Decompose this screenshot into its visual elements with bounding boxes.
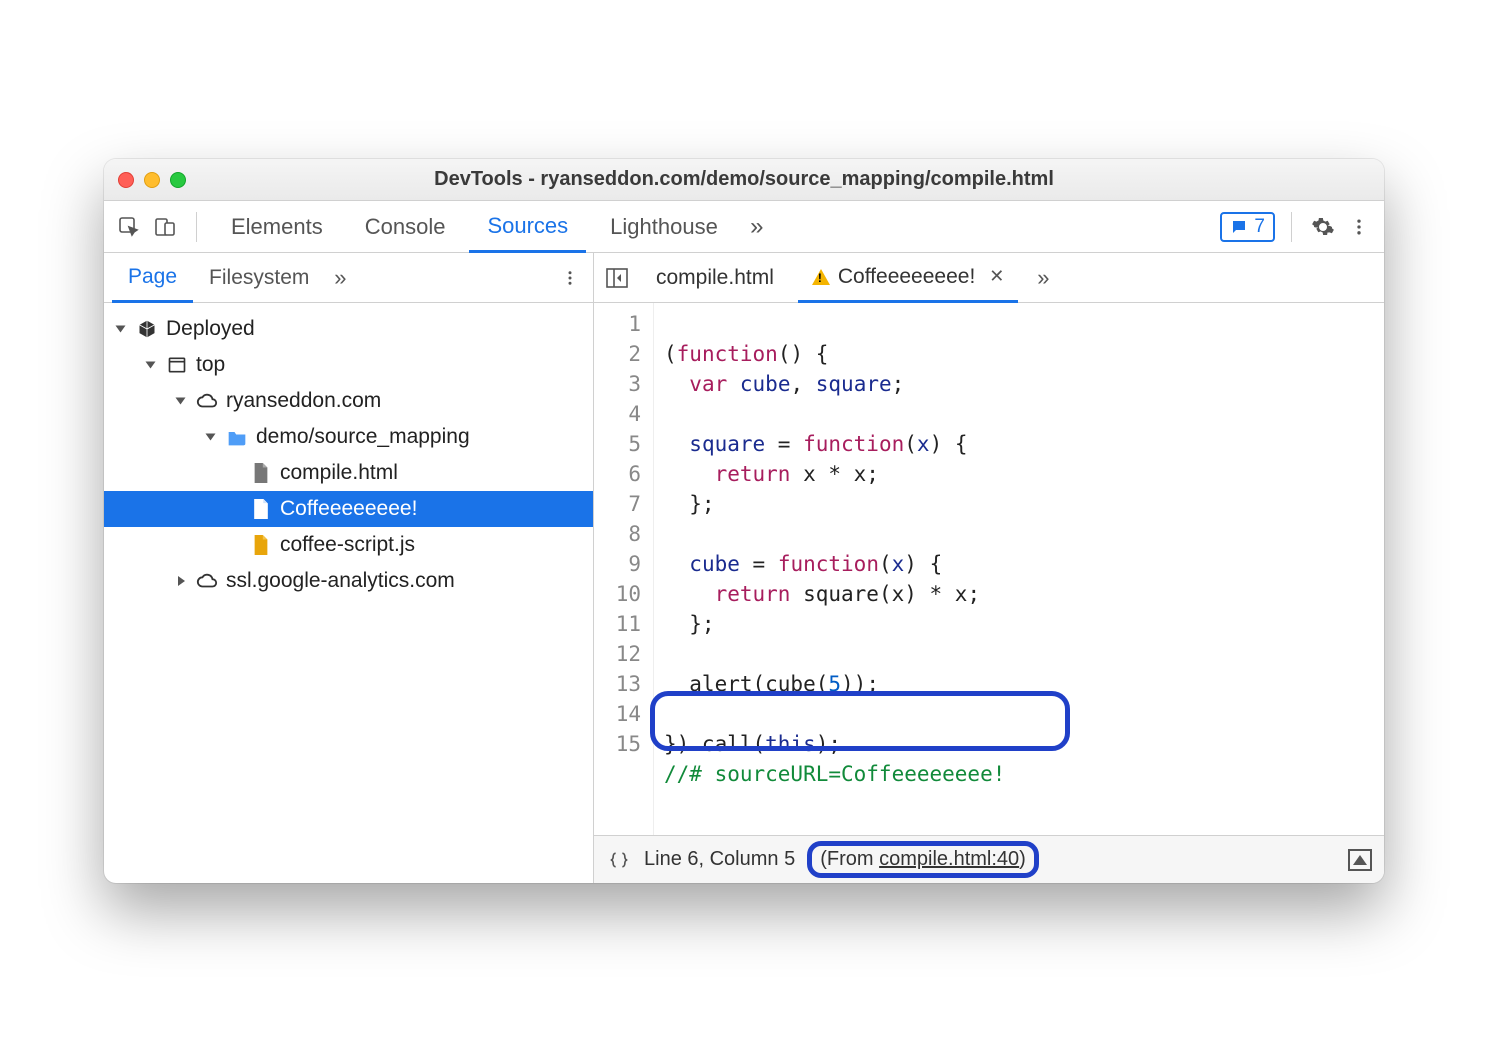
- file-js-icon: [250, 534, 272, 556]
- navigator-tabs: Page Filesystem »: [104, 253, 593, 303]
- panel-body: Page Filesystem » Deployed top: [104, 253, 1384, 883]
- code-editor[interactable]: 123456789101112131415 (function() { var …: [594, 303, 1384, 835]
- tree-file-compile[interactable]: compile.html: [104, 455, 593, 491]
- close-window-button[interactable]: [118, 172, 134, 188]
- tree-ga[interactable]: ssl.google-analytics.com: [104, 563, 593, 599]
- tree-top[interactable]: top: [104, 347, 593, 383]
- cloud-icon: [196, 390, 218, 412]
- issues-count: 7: [1254, 216, 1265, 238]
- minimize-window-button[interactable]: [144, 172, 160, 188]
- cloud-icon: [196, 570, 218, 592]
- pretty-print-icon[interactable]: [606, 847, 632, 873]
- tab-lighthouse[interactable]: Lighthouse: [592, 201, 736, 253]
- navigator-panel: Page Filesystem » Deployed top: [104, 253, 594, 883]
- frame-icon: [166, 354, 188, 376]
- tree-label: coffee-script.js: [280, 533, 415, 557]
- tree-file-script[interactable]: coffee-script.js: [104, 527, 593, 563]
- editor-footer: Line 6, Column 5 (From compile.html:40): [594, 835, 1384, 883]
- cursor-position: Line 6, Column 5: [644, 848, 795, 871]
- tree-label: Coffeeeeeeee!: [280, 497, 417, 521]
- tree-label: demo/source_mapping: [256, 425, 470, 449]
- kebab-menu-icon[interactable]: [1344, 212, 1374, 242]
- file-tabs: compile.html Coffeeeeeeee! ✕ »: [594, 253, 1384, 303]
- issues-badge[interactable]: 7: [1220, 212, 1275, 242]
- file-icon: [250, 462, 272, 484]
- code-body[interactable]: (function() { var cube, square; square =…: [654, 303, 1384, 835]
- more-filetabs-icon[interactable]: »: [1028, 263, 1058, 293]
- more-tabs-icon[interactable]: »: [742, 212, 772, 242]
- from-suffix: ): [1019, 848, 1026, 870]
- tree-label: compile.html: [280, 461, 398, 485]
- close-tab-icon[interactable]: ✕: [989, 266, 1004, 287]
- tab-console[interactable]: Console: [347, 201, 464, 253]
- tree-folder[interactable]: demo/source_mapping: [104, 419, 593, 455]
- titlebar: DevTools - ryanseddon.com/demo/source_ma…: [104, 159, 1384, 201]
- device-toggle-icon[interactable]: [150, 212, 180, 242]
- line-gutter: 123456789101112131415: [594, 303, 654, 835]
- window-title: DevTools - ryanseddon.com/demo/source_ma…: [104, 168, 1384, 191]
- show-coverage-icon[interactable]: [1348, 849, 1372, 871]
- tree-label: ssl.google-analytics.com: [226, 569, 455, 593]
- tree-domain[interactable]: ryanseddon.com: [104, 383, 593, 419]
- from-link[interactable]: compile.html:40: [879, 848, 1019, 870]
- filetab-label: compile.html: [656, 266, 774, 290]
- from-label: (From: [820, 848, 879, 870]
- settings-gear-icon[interactable]: [1308, 212, 1338, 242]
- filetab-coffee[interactable]: Coffeeeeeeee! ✕: [798, 253, 1019, 303]
- warning-icon: [812, 269, 830, 285]
- file-icon: [250, 498, 272, 520]
- subtab-filesystem[interactable]: Filesystem: [193, 253, 325, 303]
- tree-deployed[interactable]: Deployed: [104, 311, 593, 347]
- annotation-highlight-from: (From compile.html:40): [807, 841, 1039, 878]
- maximize-window-button[interactable]: [170, 172, 186, 188]
- navigator-kebab-icon[interactable]: [555, 263, 585, 293]
- editor-panel: compile.html Coffeeeeeeee! ✕ » 123456789…: [594, 253, 1384, 883]
- subtab-page[interactable]: Page: [112, 253, 193, 303]
- tree-label: top: [196, 353, 225, 377]
- tab-elements[interactable]: Elements: [213, 201, 341, 253]
- folder-icon: [226, 426, 248, 448]
- tree-label: Deployed: [166, 317, 255, 341]
- file-tree: Deployed top ryanseddon.com demo/source_…: [104, 303, 593, 607]
- tree-file-coffee[interactable]: Coffeeeeeeee!: [104, 491, 593, 527]
- filetab-label: Coffeeeeeeee!: [838, 265, 975, 289]
- annotation-highlight-sourceurl: [650, 691, 1070, 751]
- tree-label: ryanseddon.com: [226, 389, 381, 413]
- devtools-window: DevTools - ryanseddon.com/demo/source_ma…: [104, 159, 1384, 883]
- cube-icon: [136, 318, 158, 340]
- main-toolbar: Elements Console Sources Lighthouse » 7: [104, 201, 1384, 253]
- more-subtabs-icon[interactable]: »: [325, 263, 355, 293]
- traffic-lights: [118, 172, 186, 188]
- filetab-compile[interactable]: compile.html: [642, 253, 788, 303]
- inspect-element-icon[interactable]: [114, 212, 144, 242]
- tab-sources[interactable]: Sources: [469, 201, 586, 253]
- toggle-navigator-icon[interactable]: [602, 263, 632, 293]
